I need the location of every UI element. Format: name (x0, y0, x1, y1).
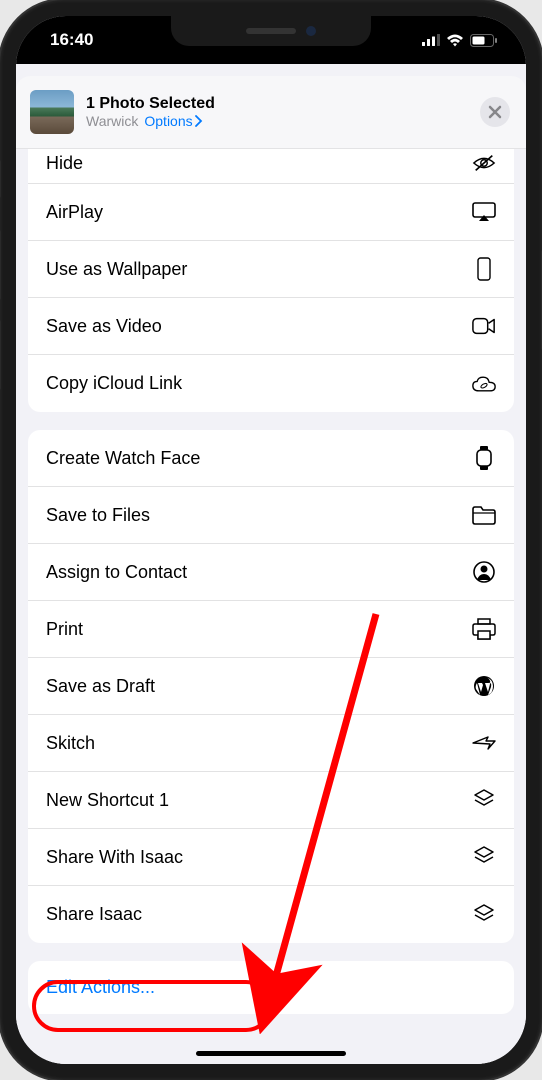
action-label: Use as Wallpaper (46, 259, 187, 280)
eye-slash-icon (472, 151, 496, 175)
shortcut-icon (472, 903, 496, 927)
action-group-1: Hide AirPlay Use as Wallpa (28, 149, 514, 412)
action-label: Print (46, 619, 83, 640)
volume-up (0, 230, 1, 300)
action-new-shortcut[interactable]: New Shortcut 1 (28, 772, 514, 829)
action-group-2: Create Watch Face Save to Files (28, 430, 514, 943)
watch-icon (472, 446, 496, 470)
action-watch-face[interactable]: Create Watch Face (28, 430, 514, 487)
sheet-header: 1 Photo Selected Warwick Options (16, 76, 526, 149)
wifi-icon (446, 34, 464, 47)
action-label: Copy iCloud Link (46, 373, 182, 394)
phone-outline-icon (472, 257, 496, 281)
action-share-with-isaac[interactable]: Share With Isaac (28, 829, 514, 886)
action-label: Share Isaac (46, 904, 142, 925)
shortcut-icon (472, 845, 496, 869)
action-airplay[interactable]: AirPlay (28, 184, 514, 241)
printer-icon (472, 617, 496, 641)
screen: 16:40 1 Photo Selected (16, 16, 526, 1064)
action-label: Share With Isaac (46, 847, 183, 868)
action-print[interactable]: Print (28, 601, 514, 658)
action-icloud-link[interactable]: Copy iCloud Link (28, 355, 514, 412)
action-save-draft[interactable]: Save as Draft (28, 658, 514, 715)
action-label: Save as Video (46, 316, 162, 337)
skitch-icon (472, 731, 496, 755)
action-label: Skitch (46, 733, 95, 754)
sheet-subtitle: Warwick (86, 113, 138, 129)
home-indicator[interactable] (196, 1051, 346, 1056)
shortcut-icon (472, 788, 496, 812)
actions-list[interactable]: Hide AirPlay Use as Wallpa (16, 149, 526, 1064)
action-save-video[interactable]: Save as Video (28, 298, 514, 355)
cloud-link-icon (472, 372, 496, 396)
airplay-icon (472, 200, 496, 224)
action-label: Save as Draft (46, 676, 155, 697)
phone-frame: 16:40 1 Photo Selected (0, 0, 542, 1080)
action-assign-contact[interactable]: Assign to Contact (28, 544, 514, 601)
battery-icon (470, 34, 498, 47)
video-icon (472, 314, 496, 338)
action-save-files[interactable]: Save to Files (28, 487, 514, 544)
sheet-title: 1 Photo Selected (86, 95, 215, 113)
volume-down (0, 320, 1, 390)
mute-switch (0, 160, 1, 198)
status-time: 16:40 (50, 30, 93, 50)
close-icon (488, 105, 502, 119)
action-hide[interactable]: Hide (28, 149, 514, 184)
action-label: New Shortcut 1 (46, 790, 169, 811)
action-skitch[interactable]: Skitch (28, 715, 514, 772)
options-link[interactable]: Options (144, 113, 202, 129)
contact-icon (472, 560, 496, 584)
action-wallpaper[interactable]: Use as Wallpaper (28, 241, 514, 298)
action-label: Create Watch Face (46, 448, 200, 469)
photo-thumbnail[interactable] (30, 90, 74, 134)
edit-actions-button[interactable]: Edit Actions... (28, 961, 514, 1014)
cellular-icon (422, 34, 440, 46)
share-sheet: 1 Photo Selected Warwick Options (16, 64, 526, 1064)
close-button[interactable] (480, 97, 510, 127)
notch (171, 16, 371, 46)
folder-icon (472, 503, 496, 527)
action-label: Save to Files (46, 505, 150, 526)
action-share-isaac[interactable]: Share Isaac (28, 886, 514, 943)
action-label: Assign to Contact (46, 562, 187, 583)
action-label: AirPlay (46, 202, 103, 223)
wordpress-icon (472, 674, 496, 698)
action-label: Hide (46, 153, 83, 174)
